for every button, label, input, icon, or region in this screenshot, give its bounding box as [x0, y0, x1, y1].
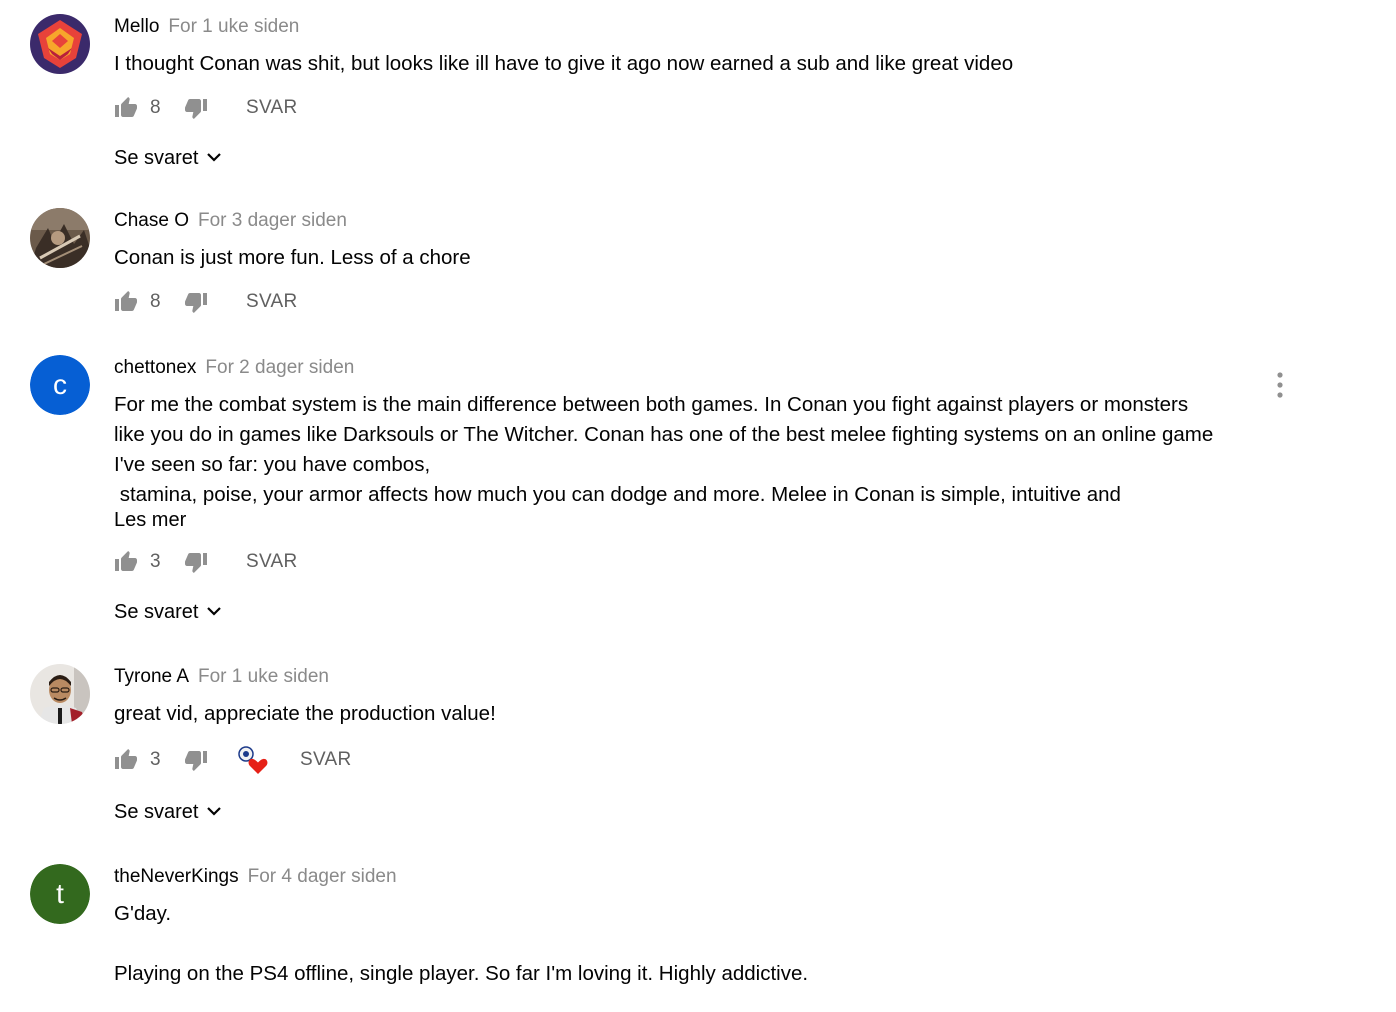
- comment-line: stamina, poise, your armor affects how m…: [114, 483, 1121, 506]
- thumbs-down-icon[interactable]: [184, 748, 208, 772]
- reply-button[interactable]: SVAR: [246, 548, 298, 576]
- comment-timestamp[interactable]: For 2 dager siden: [205, 357, 354, 378]
- comment-text: I thought Conan was shit, but looks like…: [114, 49, 1244, 79]
- comment-text: Conan is just more fun. Less of a chore: [114, 243, 1244, 273]
- comment-line: G'day.: [114, 902, 172, 925]
- photo-avatar-icon: [30, 664, 90, 724]
- comment-text: great vid, appreciate the production val…: [114, 699, 1244, 729]
- like-count: 8: [150, 97, 161, 118]
- thumbs-down-icon[interactable]: [184, 290, 208, 314]
- view-replies-label: Se svaret: [114, 601, 199, 623]
- comment-text: For me the combat system is the main dif…: [114, 390, 1244, 510]
- comment-timestamp[interactable]: For 3 dager siden: [198, 210, 347, 231]
- comment-line: I thought Conan was shit, but looks like…: [114, 52, 1014, 75]
- comment-header: chettonex For 2 dager siden: [114, 355, 354, 381]
- comment-line: For me the combat system is the main dif…: [114, 393, 1189, 416]
- comments-list: Mello For 1 uke siden I thought Conan was…: [0, 0, 1396, 1012]
- chevron-down-icon: [207, 806, 222, 816]
- comment-line: Playing on the PS4 offline, single playe…: [114, 962, 809, 985]
- comment-author[interactable]: Tyrone A: [114, 666, 189, 687]
- avatar-letter: t: [30, 864, 90, 924]
- comment-actions: 3 SVAR: [114, 548, 514, 576]
- comment-actions: 8 SVAR: [114, 94, 514, 122]
- comment-line: Conan is just more fun. Less of a chore: [114, 246, 471, 269]
- thumbs-up-icon[interactable]: [114, 290, 138, 314]
- comment-timestamp[interactable]: For 1 uke siden: [198, 666, 329, 687]
- comment-header: Mello For 1 uke siden: [114, 14, 299, 40]
- comment-timestamp[interactable]: For 1 uke siden: [168, 16, 299, 37]
- comment-author[interactable]: Chase O: [114, 210, 189, 231]
- comment-author[interactable]: theNeverKings: [114, 866, 239, 887]
- view-replies-button[interactable]: Se svaret: [114, 598, 222, 626]
- like-count: 3: [150, 551, 161, 572]
- read-more-button[interactable]: Les mer: [114, 507, 186, 533]
- thumbs-up-icon[interactable]: [114, 550, 138, 574]
- comment-actions: 3 SVAR: [114, 746, 514, 774]
- thumbs-down-icon[interactable]: [184, 96, 208, 120]
- avatar-letter: c: [30, 355, 90, 415]
- more-options-icon[interactable]: [1270, 367, 1290, 403]
- photo-avatar-icon: [30, 208, 90, 268]
- thumbs-up-icon[interactable]: [114, 748, 138, 772]
- comment-line: like you do in games like Darksouls or T…: [114, 423, 1214, 446]
- comment-author[interactable]: chettonex: [114, 357, 196, 378]
- chevron-down-icon: [207, 606, 222, 616]
- avatar[interactable]: [30, 14, 90, 74]
- like-count: 3: [150, 749, 161, 770]
- comment-line: great vid, appreciate the production val…: [114, 702, 496, 725]
- thumbs-down-icon[interactable]: [184, 550, 208, 574]
- comment-actions: 8 SVAR: [114, 288, 514, 316]
- comment-header: theNeverKings For 4 dager siden: [114, 864, 397, 890]
- comment-author[interactable]: Mello: [114, 16, 159, 37]
- thumbs-up-icon[interactable]: [114, 96, 138, 120]
- avatar[interactable]: t: [30, 864, 90, 924]
- comment-text: G'day. Playing on the PS4 offline, singl…: [114, 899, 1244, 989]
- view-replies-label: Se svaret: [114, 147, 199, 169]
- reply-button[interactable]: SVAR: [246, 288, 298, 316]
- reply-button[interactable]: SVAR: [246, 94, 298, 122]
- view-replies-button[interactable]: Se svaret: [114, 144, 222, 172]
- view-replies-label: Se svaret: [114, 801, 199, 823]
- comment-line: I've seen so far: you have combos,: [114, 453, 431, 476]
- comment-header: Chase O For 3 dager siden: [114, 208, 347, 234]
- colorful-emblem-avatar-icon: [30, 14, 90, 74]
- reply-button[interactable]: SVAR: [300, 746, 352, 774]
- avatar[interactable]: c: [30, 355, 90, 415]
- avatar[interactable]: [30, 208, 90, 268]
- avatar[interactable]: [30, 664, 90, 724]
- view-replies-button[interactable]: Se svaret: [114, 798, 222, 826]
- comment-timestamp[interactable]: For 4 dager siden: [248, 866, 397, 887]
- creator-heart-icon: [238, 746, 268, 774]
- chevron-down-icon: [207, 152, 222, 162]
- like-count: 8: [150, 291, 161, 312]
- comment-header: Tyrone A For 1 uke siden: [114, 664, 329, 690]
